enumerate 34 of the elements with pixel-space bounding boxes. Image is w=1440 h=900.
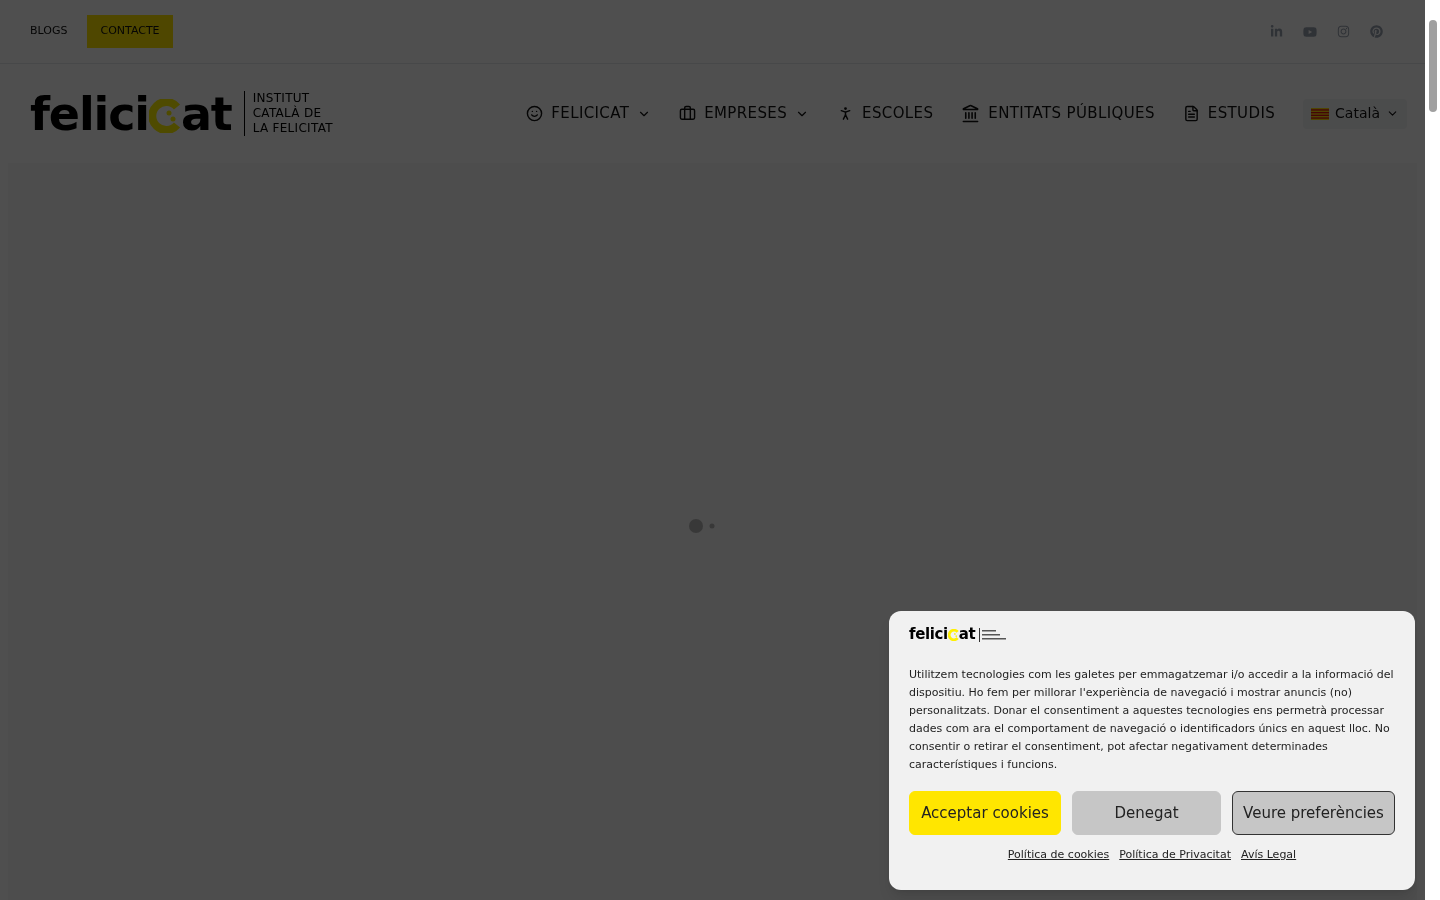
nav-item[interactable]: EMPRESES [679, 102, 810, 125]
cookie-button[interactable]: Veure preferències [1232, 791, 1395, 835]
nav-item[interactable]: ENTITATS PÚBLIQUES [961, 102, 1155, 125]
cookie-button[interactable]: Acceptar cookies [909, 791, 1061, 835]
nav-item[interactable]: ESTUDIS [1182, 102, 1276, 125]
logo-wordmark: felici [30, 90, 149, 137]
youtube-icon[interactable] [1303, 24, 1317, 39]
nav-item[interactable]: ESCOLES [837, 102, 934, 125]
language-selector[interactable]: Català [1303, 98, 1407, 129]
flag-icon [1311, 107, 1330, 120]
instagram-icon[interactable] [1337, 25, 1350, 38]
nav-item[interactable]: FELICICAT [526, 102, 652, 125]
top-link[interactable]: BLOGS [30, 15, 76, 48]
briefcase-icon [679, 105, 697, 122]
smile-icon [526, 105, 544, 122]
logo-mark-icon [947, 629, 959, 641]
tagline-drawing [979, 627, 1008, 642]
logo-tagline: LA FELICITAT [252, 121, 333, 136]
document-icon [1182, 105, 1200, 122]
logo-mark-icon [148, 98, 181, 133]
policy-link[interactable]: Política de cookies [1007, 847, 1110, 864]
policy-link[interactable]: Avís Legal [1241, 847, 1297, 864]
logo-wordmark: at [958, 627, 976, 642]
linkedin-icon[interactable] [1270, 25, 1283, 38]
pinterest-icon[interactable] [1370, 25, 1383, 38]
cookie-button[interactable]: Denegat [1072, 791, 1221, 835]
bank-icon [961, 104, 981, 123]
logo-wordmark: felici [909, 627, 948, 642]
top-link[interactable]: CONTACTE [87, 15, 173, 48]
cookie-message: Utilitzem tecnologies com les galetes per emmagatzemar i/o accedir a la informació del dispositiu. Ho fem per millorar l'experiència de navegació i mostrar anuncis (no) personalitzats. Donar el consentiment a aquestes tecnologies ens permetrà processar dades com ara el comportament de navegació o identificadors únics en aquest lloc. No consentir o retirar el consentiment, pot afectar negativament determinades característiques i funcions. [909, 667, 1395, 773]
logo-tagline: INSTITUT [252, 91, 311, 105]
logo-tagline: CATALÀ DE [252, 106, 323, 121]
logo-wordmark: at [180, 90, 232, 137]
policy-link[interactable]: Política de Privacitat [1119, 847, 1231, 864]
